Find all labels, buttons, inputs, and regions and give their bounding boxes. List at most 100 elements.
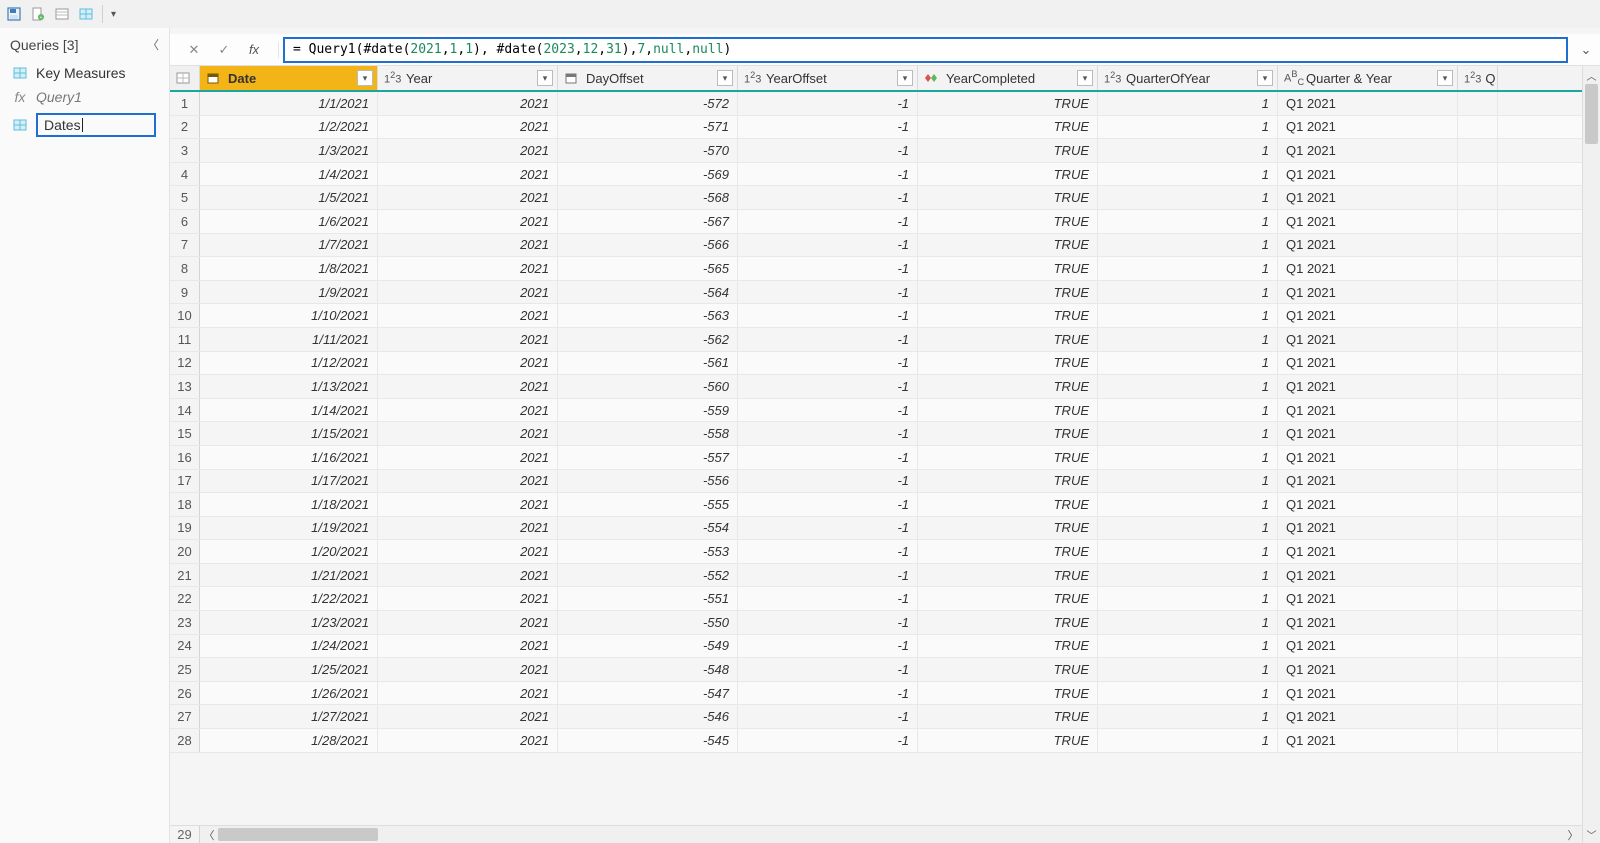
cell-quarter-and-year[interactable]: Q1 2021 (1278, 682, 1458, 705)
cell-yearoffset[interactable]: -1 (738, 234, 918, 257)
cell-dayoffset[interactable]: -555 (558, 493, 738, 516)
cell-year[interactable]: 2021 (378, 470, 558, 493)
horizontal-scrollbar[interactable]: 29 〈 〉 (170, 825, 1582, 843)
cell-yearcompleted[interactable]: TRUE (918, 587, 1098, 610)
cell-yearcompleted[interactable]: TRUE (918, 399, 1098, 422)
cell-yearcompleted[interactable]: TRUE (918, 116, 1098, 139)
cell-yearoffset[interactable]: -1 (738, 210, 918, 233)
cell-quarter-and-year[interactable]: Q1 2021 (1278, 399, 1458, 422)
table-row[interactable]: 91/9/20212021-564-1TRUE1Q1 2021 (170, 281, 1582, 305)
cell-quarterofyear[interactable]: 1 (1098, 375, 1278, 398)
cell-date[interactable]: 1/20/2021 (200, 540, 378, 563)
cell-year[interactable]: 2021 (378, 210, 558, 233)
column-filter-dropdown[interactable]: ▾ (1077, 70, 1093, 86)
cell-dayoffset[interactable]: -568 (558, 186, 738, 209)
cell-date[interactable]: 1/18/2021 (200, 493, 378, 516)
cell-extra[interactable] (1458, 186, 1498, 209)
cell-date[interactable]: 1/27/2021 (200, 705, 378, 728)
cell-yearcompleted[interactable]: TRUE (918, 564, 1098, 587)
cell-quarterofyear[interactable]: 1 (1098, 399, 1278, 422)
cell-extra[interactable] (1458, 658, 1498, 681)
query-rename-input[interactable]: Dates (36, 113, 156, 137)
cell-year[interactable]: 2021 (378, 446, 558, 469)
cell-year[interactable]: 2021 (378, 186, 558, 209)
cell-quarter-and-year[interactable]: Q1 2021 (1278, 517, 1458, 540)
cell-dayoffset[interactable]: -549 (558, 635, 738, 658)
cell-yearoffset[interactable]: -1 (738, 493, 918, 516)
cell-year[interactable]: 2021 (378, 658, 558, 681)
cell-yearoffset[interactable]: -1 (738, 163, 918, 186)
table-row[interactable]: 131/13/20212021-560-1TRUE1Q1 2021 (170, 375, 1582, 399)
cell-dayoffset[interactable]: -571 (558, 116, 738, 139)
cell-quarterofyear[interactable]: 1 (1098, 540, 1278, 563)
cell-yearoffset[interactable]: -1 (738, 399, 918, 422)
cell-quarter-and-year[interactable]: Q1 2021 (1278, 729, 1458, 752)
cell-yearoffset[interactable]: -1 (738, 257, 918, 280)
cell-date[interactable]: 1/23/2021 (200, 611, 378, 634)
scroll-down-button[interactable]: ﹀ (1583, 825, 1600, 843)
cell-date[interactable]: 1/6/2021 (200, 210, 378, 233)
table-row[interactable]: 81/8/20212021-565-1TRUE1Q1 2021 (170, 257, 1582, 281)
cell-yearcompleted[interactable]: TRUE (918, 163, 1098, 186)
table-row[interactable]: 31/3/20212021-570-1TRUE1Q1 2021 (170, 139, 1582, 163)
cell-quarter-and-year[interactable]: Q1 2021 (1278, 328, 1458, 351)
cell-quarter-and-year[interactable]: Q1 2021 (1278, 234, 1458, 257)
cell-quarter-and-year[interactable]: Q1 2021 (1278, 163, 1458, 186)
cancel-formula-button[interactable]: ✕ (184, 42, 204, 58)
cell-quarter-and-year[interactable]: Q1 2021 (1278, 540, 1458, 563)
cell-year[interactable]: 2021 (378, 635, 558, 658)
cell-date[interactable]: 1/10/2021 (200, 304, 378, 327)
cell-yearoffset[interactable]: -1 (738, 587, 918, 610)
cell-year[interactable]: 2021 (378, 328, 558, 351)
cell-yearcompleted[interactable]: TRUE (918, 729, 1098, 752)
cell-yearcompleted[interactable]: TRUE (918, 328, 1098, 351)
cell-yearoffset[interactable]: -1 (738, 422, 918, 445)
cell-extra[interactable] (1458, 540, 1498, 563)
table-row[interactable]: 61/6/20212021-567-1TRUE1Q1 2021 (170, 210, 1582, 234)
expand-formula-button[interactable]: ⌄ (1572, 42, 1600, 58)
table-row[interactable]: 41/4/20212021-569-1TRUE1Q1 2021 (170, 163, 1582, 187)
cell-yearcompleted[interactable]: TRUE (918, 304, 1098, 327)
cell-extra[interactable] (1458, 375, 1498, 398)
cell-yearcompleted[interactable]: TRUE (918, 517, 1098, 540)
vscroll-thumb[interactable] (1585, 84, 1598, 144)
cell-yearoffset[interactable]: -1 (738, 682, 918, 705)
cell-quarter-and-year[interactable]: Q1 2021 (1278, 257, 1458, 280)
qat-dropdown-icon[interactable]: ▾ (111, 9, 121, 20)
scroll-up-button[interactable]: ︿ (1583, 66, 1600, 84)
table-row[interactable]: 11/1/20212021-572-1TRUE1Q1 2021 (170, 92, 1582, 116)
cell-date[interactable]: 1/17/2021 (200, 470, 378, 493)
column-header-quarterofyear[interactable]: 123 QuarterOfYear ▾ (1098, 66, 1278, 90)
cell-year[interactable]: 2021 (378, 705, 558, 728)
cell-quarter-and-year[interactable]: Q1 2021 (1278, 375, 1458, 398)
cell-yearcompleted[interactable]: TRUE (918, 705, 1098, 728)
cell-date[interactable]: 1/1/2021 (200, 92, 378, 115)
cell-quarterofyear[interactable]: 1 (1098, 729, 1278, 752)
cell-yearoffset[interactable]: -1 (738, 139, 918, 162)
cell-date[interactable]: 1/25/2021 (200, 658, 378, 681)
cell-quarterofyear[interactable]: 1 (1098, 611, 1278, 634)
cell-extra[interactable] (1458, 446, 1498, 469)
cell-dayoffset[interactable]: -560 (558, 375, 738, 398)
cell-quarterofyear[interactable]: 1 (1098, 304, 1278, 327)
hscroll-track[interactable] (218, 826, 1564, 843)
cell-yearcompleted[interactable]: TRUE (918, 446, 1098, 469)
cell-year[interactable]: 2021 (378, 682, 558, 705)
cell-yearoffset[interactable]: -1 (738, 540, 918, 563)
table-row[interactable]: 161/16/20212021-557-1TRUE1Q1 2021 (170, 446, 1582, 470)
cell-dayoffset[interactable]: -547 (558, 682, 738, 705)
cell-date[interactable]: 1/9/2021 (200, 281, 378, 304)
scroll-left-button[interactable]: 〈 (200, 826, 218, 843)
table-row[interactable]: 21/2/20212021-571-1TRUE1Q1 2021 (170, 116, 1582, 140)
table-options-button[interactable] (170, 66, 200, 90)
cell-year[interactable]: 2021 (378, 399, 558, 422)
cell-extra[interactable] (1458, 635, 1498, 658)
cell-extra[interactable] (1458, 92, 1498, 115)
cell-year[interactable]: 2021 (378, 139, 558, 162)
cell-yearcompleted[interactable]: TRUE (918, 352, 1098, 375)
cell-date[interactable]: 1/28/2021 (200, 729, 378, 752)
cell-extra[interactable] (1458, 470, 1498, 493)
cell-quarter-and-year[interactable]: Q1 2021 (1278, 587, 1458, 610)
cell-extra[interactable] (1458, 705, 1498, 728)
cell-quarter-and-year[interactable]: Q1 2021 (1278, 493, 1458, 516)
